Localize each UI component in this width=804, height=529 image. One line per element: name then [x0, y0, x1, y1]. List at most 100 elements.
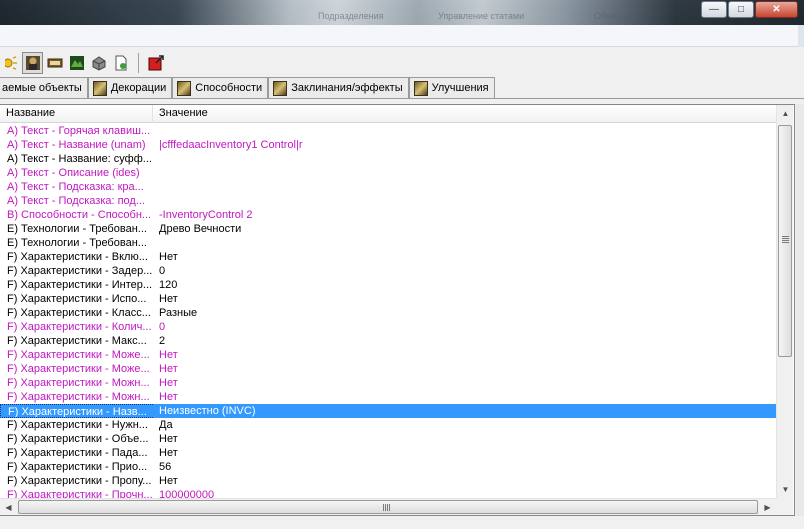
row-field-name: A) Текст - Подсказка: кра...	[7, 181, 144, 193]
table-row[interactable]: F) Характеристики - Пада... Нет	[0, 446, 776, 460]
table-row[interactable]: A) Текст - Горячая клавиш...	[0, 124, 776, 138]
row-field-name: F) Характеристики - Колич...	[7, 321, 152, 333]
close-button[interactable]: ✕	[755, 1, 798, 18]
table-row[interactable]: B) Способности - Способн... -InventoryCon…	[0, 208, 776, 222]
table-row[interactable]: F) Характеристики - Може... Нет	[0, 348, 776, 362]
table-row[interactable]: A) Текст - Описание (ides)	[0, 166, 776, 180]
scroll-right-icon[interactable]: ▶	[759, 499, 776, 515]
table-row[interactable]: E) Технологии - Требован... Древо Вечност…	[0, 222, 776, 236]
tab-upgrades[interactable]: Улучшения	[408, 77, 495, 98]
table-row[interactable]: F) Характеристики - Объе... Нет	[0, 432, 776, 446]
scroll-corner	[776, 498, 793, 515]
abilities-icon	[177, 80, 192, 96]
table-row[interactable]: F) Характеристики - Вклю... Нет	[0, 250, 776, 264]
row-field-name: F) Характеристики - Прио...	[7, 461, 148, 473]
table-row[interactable]: F) Характеристики - Интер... 120	[0, 278, 776, 292]
row-field-name: A) Текст - Подсказка: под...	[7, 195, 146, 207]
items-icon[interactable]	[44, 52, 65, 74]
table-row[interactable]: F) Характеристики - Назв... Неизвестно (I…	[0, 404, 776, 418]
background-image	[0, 0, 804, 25]
page-icon[interactable]	[110, 52, 131, 74]
tab-buffs-effects[interactable]: Заклинания/эффекты	[268, 77, 409, 98]
row-field-value	[153, 180, 753, 194]
row-field-value: Нет	[159, 363, 178, 375]
bg-tab-label: Подразделения	[318, 11, 384, 21]
table-row[interactable]: F) Характеристики - Колич... 0	[0, 320, 776, 334]
row-field-name: A) Текст - Название (unam)	[7, 139, 146, 151]
row-field-value: 2	[159, 335, 166, 347]
list-header: Название Значение	[0, 105, 776, 123]
scroll-down-icon[interactable]: ▼	[777, 481, 794, 498]
row-field-value: Неизвестно (INVC)	[159, 405, 256, 417]
row-field-value	[153, 194, 753, 208]
tab-strip: аемые объекты Декорации Способности Закл…	[0, 77, 495, 99]
row-field-name: E) Технологии - Требован...	[7, 237, 147, 249]
tab-label: аемые объекты	[2, 82, 82, 94]
tab-decorations[interactable]: Декорации	[87, 77, 173, 98]
object-data-list[interactable]: Название Значение A) Текст - Горячая кла…	[0, 104, 795, 516]
row-field-value	[153, 124, 753, 138]
table-row[interactable]: F) Характеристики - Можн... Нет	[0, 376, 776, 390]
sun-icon[interactable]	[0, 52, 21, 74]
scroll-up-icon[interactable]: ▲	[777, 105, 794, 122]
table-row[interactable]: A) Текст - Подсказка: кра...	[0, 180, 776, 194]
scroll-left-icon[interactable]: ◀	[0, 499, 17, 515]
doodad-icon[interactable]	[88, 52, 109, 74]
minimize-button[interactable]: —	[701, 1, 727, 18]
import-icon[interactable]	[145, 52, 166, 74]
list-rows: A) Текст - Горячая клавиш... A) Текст - Н…	[0, 124, 776, 502]
row-field-name: F) Характеристики - Испо...	[7, 293, 147, 305]
table-row[interactable]: A) Текст - Название (unam) |cfffedaacInve…	[0, 138, 776, 152]
maximize-button[interactable]: □	[728, 1, 754, 18]
row-field-name: A) Текст - Название: суфф...	[7, 153, 152, 165]
tab-usable-objects[interactable]: аемые объекты	[0, 77, 88, 98]
row-field-name: F) Характеристики - Класс...	[7, 307, 151, 319]
row-field-value	[153, 152, 753, 166]
table-row[interactable]: F) Характеристики - Испо... Нет	[0, 292, 776, 306]
table-row[interactable]: A) Текст - Подсказка: под...	[0, 194, 776, 208]
row-field-name: A) Текст - Описание (ides)	[7, 167, 140, 179]
bg-tab-label: Управление статами	[438, 11, 525, 21]
grip-icon	[782, 236, 789, 244]
table-row[interactable]: F) Характеристики - Класс... Разные	[0, 306, 776, 320]
table-row[interactable]: F) Характеристики - Макс... 2	[0, 334, 776, 348]
row-field-name: F) Характеристики - Назв...	[0, 404, 153, 418]
table-row[interactable]: F) Характеристики - Можн... Нет	[0, 390, 776, 404]
tab-abilities[interactable]: Способности	[172, 77, 269, 98]
toolbar-separator	[138, 53, 139, 73]
table-row[interactable]: E) Технологии - Требован...	[0, 236, 776, 250]
row-field-value: Древо Вечности	[159, 223, 242, 235]
tab-label: Заклинания/эффекты	[291, 82, 403, 94]
table-row[interactable]: F) Характеристики - Прио... 56	[0, 460, 776, 474]
row-field-value: 0	[159, 321, 166, 333]
side-panel-edge	[796, 104, 804, 516]
row-field-name: F) Характеристики - Задер...	[7, 265, 153, 277]
table-row[interactable]: F) Характеристики - Задер... 0	[0, 264, 776, 278]
table-row[interactable]: F) Характеристики - Нужн... Да	[0, 418, 776, 432]
row-field-name: F) Характеристики - Можн...	[7, 377, 150, 389]
row-field-name: F) Характеристики - Объе...	[7, 433, 149, 445]
column-header-name[interactable]: Название	[0, 105, 153, 123]
row-field-value: Нет	[159, 433, 178, 445]
row-field-value: |cfffedaacInventory1 Control|r	[159, 139, 303, 151]
horizontal-scroll-thumb[interactable]	[18, 500, 758, 514]
terrain-icon[interactable]	[66, 52, 87, 74]
unit-icon[interactable]	[22, 52, 43, 74]
title-bar: Подразделения Управление статами Объявле…	[0, 0, 804, 25]
table-row[interactable]: F) Характеристики - Пропу... Нет	[0, 474, 776, 488]
vertical-scrollbar[interactable]: ▲ ▼	[776, 105, 793, 498]
vertical-scroll-thumb[interactable]	[778, 125, 792, 357]
column-header-value[interactable]: Значение	[153, 105, 776, 123]
horizontal-scrollbar[interactable]: ◀ ▶	[0, 498, 776, 515]
tab-label: Способности	[195, 82, 263, 94]
row-field-value: Нет	[159, 475, 178, 487]
row-field-value: Нет	[159, 391, 178, 403]
row-field-name: F) Характеристики - Може...	[7, 349, 150, 361]
row-field-value: Нет	[159, 251, 178, 263]
row-field-name: B) Способности - Способн...	[7, 209, 152, 221]
table-row[interactable]: A) Текст - Название: суфф...	[0, 152, 776, 166]
row-field-value: Да	[159, 419, 173, 431]
table-row[interactable]: F) Характеристики - Може... Нет	[0, 362, 776, 376]
row-field-value: Нет	[159, 293, 178, 305]
decorations-icon	[92, 80, 107, 96]
